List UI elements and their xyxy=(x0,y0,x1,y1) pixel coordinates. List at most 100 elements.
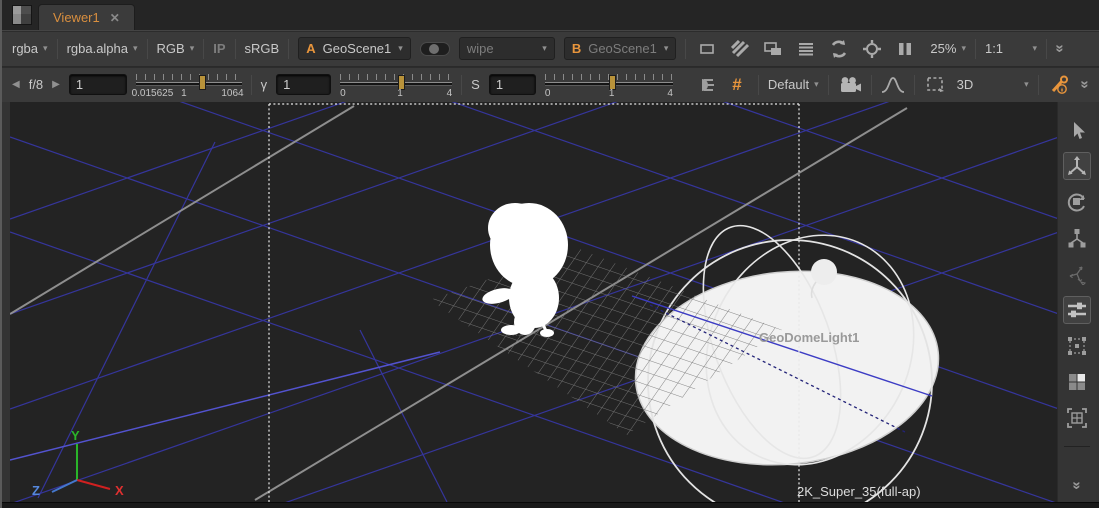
marquee-select-icon xyxy=(926,76,946,94)
prev-fstop-button[interactable]: ◀ xyxy=(12,79,20,90)
dome-light-label: GeoDomeLight1 xyxy=(759,330,859,345)
dome-light-sphere[interactable] xyxy=(811,259,837,285)
monitor-out-button[interactable] xyxy=(761,37,785,61)
viewer-toolbar-gain: ◀ f/8 ▶ 1 0.015625 1 1064 γ 1 0 1 4 S 1 xyxy=(2,66,1099,102)
slider-tick-label: 1 xyxy=(609,88,615,99)
collapse-sidebar-chevron[interactable]: » xyxy=(1069,481,1086,489)
slider-tick-label: 0 xyxy=(545,88,551,99)
wipe-toggle[interactable] xyxy=(420,42,450,56)
display-mode-dropdown[interactable]: RGB ▾ xyxy=(157,41,195,56)
divider xyxy=(251,75,252,95)
wipe-label: wipe xyxy=(467,41,494,56)
marquee-select-button[interactable] xyxy=(924,73,948,97)
zoom-level-dropdown[interactable]: 25% ▾ xyxy=(930,41,966,56)
scale-tool-button[interactable] xyxy=(1063,224,1091,252)
gain-slider[interactable]: 0.015625 1 1064 xyxy=(136,71,242,99)
viewer-lut-button[interactable]: sRGB xyxy=(245,41,280,56)
slider-track xyxy=(340,82,452,86)
transform-handles-button[interactable] xyxy=(1063,260,1091,288)
axis-arrows-icon xyxy=(1066,263,1088,285)
lut-preset-dropdown[interactable]: Default ▾ xyxy=(768,77,819,92)
input-process-button[interactable]: IP xyxy=(213,41,225,56)
tab-bar: Viewer1 ✕ xyxy=(2,0,1099,30)
collapse-toolbar-chevron[interactable]: » xyxy=(1052,44,1069,52)
view-mode-dropdown[interactable]: 3D ▾ xyxy=(957,77,1029,92)
monitor-out-icon xyxy=(763,40,783,58)
display-window-icon xyxy=(698,40,716,58)
scanlines-button[interactable] xyxy=(794,37,818,61)
proxy-ratio-dropdown[interactable]: 1:1 ▾ xyxy=(985,41,1037,56)
axis-indicator: Y X Z xyxy=(32,428,124,498)
slider-tick-label: 0 xyxy=(340,88,346,99)
saturation-slider[interactable]: 0 1 4 xyxy=(545,71,673,99)
grid-snap-button[interactable]: # xyxy=(725,73,749,97)
divider xyxy=(1046,39,1047,59)
headlamp-icon xyxy=(693,76,715,94)
pane-layout-icon[interactable] xyxy=(12,5,32,25)
toggle-knob xyxy=(429,44,439,54)
input-a-value: GeoScene1 xyxy=(323,41,392,56)
quad-view-button[interactable] xyxy=(1063,368,1091,396)
wipe-mode-dropdown[interactable]: wipe ▾ xyxy=(459,37,555,60)
translate-tool-button[interactable] xyxy=(1063,152,1091,180)
chevron-down-icon: ▾ xyxy=(1032,43,1037,54)
roi-icon xyxy=(862,39,882,59)
input-a-label: A xyxy=(306,41,315,56)
bell-curve-icon xyxy=(881,76,905,94)
view-mode-value: 3D xyxy=(957,77,974,92)
gamma-slider[interactable]: 0 1 4 xyxy=(340,71,452,99)
scanlines-icon xyxy=(797,40,815,58)
saturation-label: S xyxy=(471,77,480,92)
divider xyxy=(461,75,462,95)
chevron-down-icon: ▾ xyxy=(1024,79,1029,90)
viewport-3d[interactable]: 0x1 GeoDomeLight1 2K_Super_35 xyxy=(10,102,1059,502)
proxy-ratio-value: 1:1 xyxy=(985,41,1003,56)
camera-icon xyxy=(838,76,862,94)
grid-hash-icon: # xyxy=(732,75,741,95)
divider xyxy=(147,39,148,59)
multi-view-sliders-button[interactable] xyxy=(1063,296,1091,324)
headlamp-button[interactable] xyxy=(692,73,716,97)
frame-view-button[interactable] xyxy=(1063,404,1091,432)
alpha-channel-dropdown[interactable]: rgba.alpha ▾ xyxy=(67,41,138,56)
chevron-down-icon: ▾ xyxy=(43,43,48,54)
close-icon[interactable]: ✕ xyxy=(110,11,120,25)
color-sample-warning-button[interactable] xyxy=(1048,73,1072,97)
gain-slider-handle[interactable] xyxy=(199,75,206,90)
camera-button[interactable] xyxy=(838,73,862,97)
refresh-button[interactable] xyxy=(827,37,851,61)
tab-viewer1[interactable]: Viewer1 ✕ xyxy=(38,4,135,30)
pause-button[interactable] xyxy=(893,37,917,61)
collapse-toolbar-chevron[interactable]: » xyxy=(1076,80,1093,88)
gaussian-button[interactable] xyxy=(881,73,905,97)
saturation-input[interactable]: 1 xyxy=(489,74,536,95)
divider xyxy=(871,75,872,95)
input-b-dropdown[interactable]: B GeoScene1 ▾ xyxy=(564,37,677,60)
sidebar-divider xyxy=(1064,446,1090,447)
gain-input[interactable]: 1 xyxy=(69,74,127,95)
diagonal-stripes-icon xyxy=(731,40,749,58)
display-window-button[interactable] xyxy=(695,37,719,61)
region-handles-button[interactable] xyxy=(1063,332,1091,360)
checkerboard-button[interactable] xyxy=(728,37,752,61)
input-b-value: GeoScene1 xyxy=(588,41,657,56)
grid-handles-icon xyxy=(1066,335,1088,357)
chevron-down-icon: ▾ xyxy=(398,43,403,54)
slider-track xyxy=(136,82,242,86)
viewport-3d-scene: 0x1 GeoDomeLight1 2K_Super_35 xyxy=(10,102,1059,502)
alpha-label: rgba.alpha xyxy=(67,41,128,56)
rotate-tool-button[interactable] xyxy=(1063,188,1091,216)
gamma-input[interactable]: 1 xyxy=(276,74,331,95)
chevron-down-icon: ▾ xyxy=(190,43,195,54)
lut-preset-value: Default xyxy=(768,77,809,92)
next-fstop-button[interactable]: ▶ xyxy=(52,79,60,90)
roi-button[interactable] xyxy=(860,37,884,61)
color-sample-warning-icon xyxy=(1049,75,1071,95)
divider xyxy=(685,39,686,59)
quad-view-icon xyxy=(1066,371,1088,393)
display-mode-label: RGB xyxy=(157,41,185,56)
viewer-toolbar-top: rgba ▾ rgba.alpha ▾ RGB ▾ IP sRGB A GeoS… xyxy=(2,30,1099,66)
select-tool-button[interactable] xyxy=(1063,116,1091,144)
input-a-dropdown[interactable]: A GeoScene1 ▾ xyxy=(298,37,411,60)
channels-dropdown[interactable]: rgba ▾ xyxy=(12,41,48,56)
